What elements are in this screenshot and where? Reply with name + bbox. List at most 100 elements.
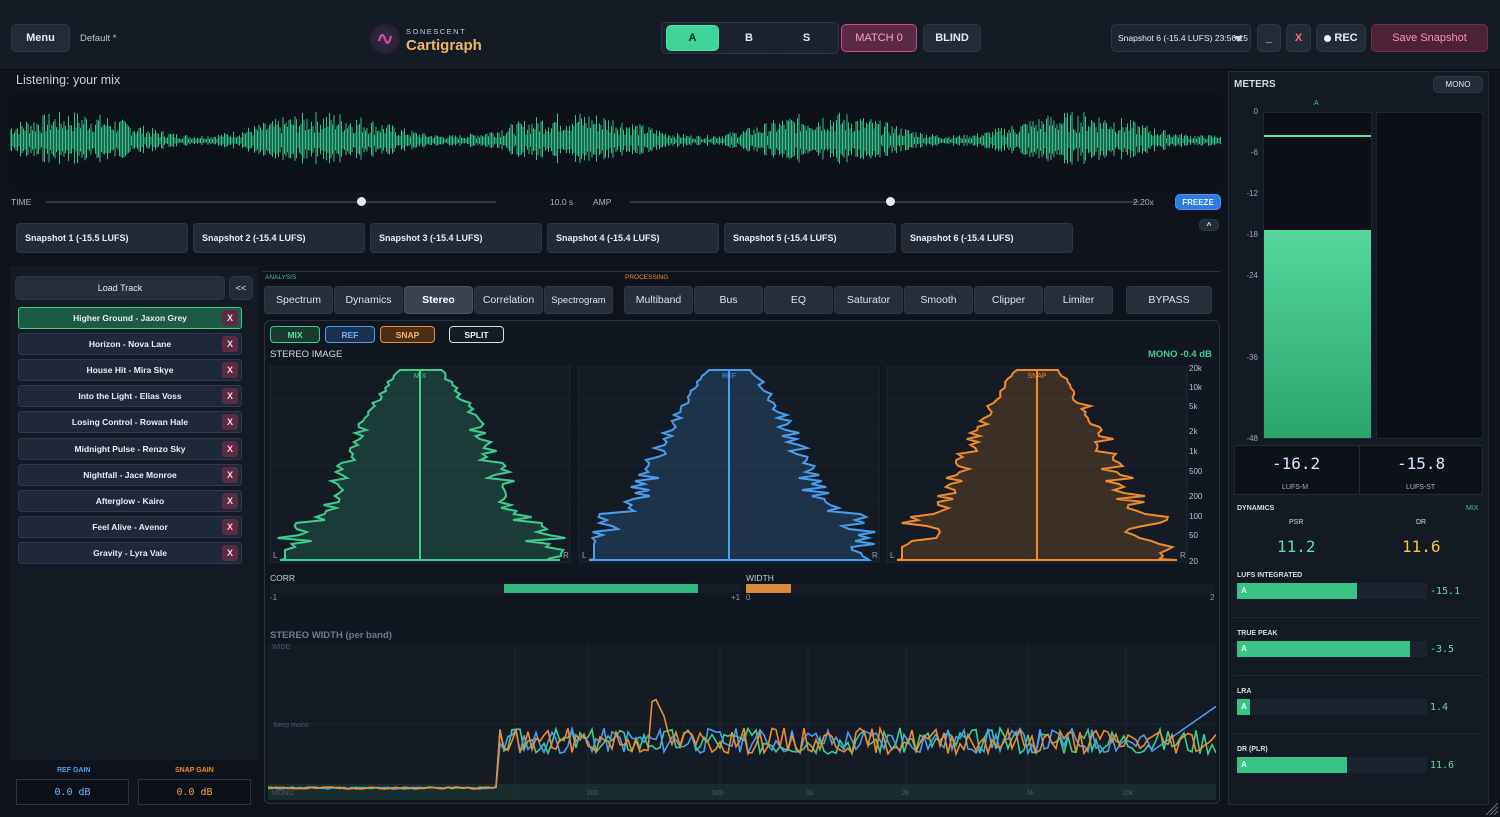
loudness-bar-fill: A — [1237, 583, 1357, 599]
track-item[interactable]: Higher Ground - Jaxon Grey X — [18, 307, 242, 329]
remove-track-button[interactable]: X — [222, 414, 238, 431]
remove-track-button[interactable]: X — [222, 362, 238, 379]
split-toggle[interactable]: SPLIT — [449, 326, 504, 343]
width-meter-fill — [746, 584, 791, 593]
track-item[interactable]: Midnight Pulse - Renzo Sky X — [18, 437, 242, 460]
track-item[interactable]: House Hit - Mira Skye X — [18, 359, 242, 382]
logo-icon — [370, 24, 400, 54]
tab-dynamics[interactable]: Dynamics — [334, 286, 403, 314]
close-button[interactable]: X — [1286, 24, 1311, 52]
db-tick: 0 — [1253, 107, 1258, 116]
loudness-bar-channel: A — [1241, 702, 1247, 711]
track-name: Nightfall - Jace Monroe — [83, 469, 177, 480]
track-item[interactable]: Afterglow - Kairo X — [18, 489, 242, 512]
time-label: TIME — [11, 197, 32, 207]
db-tick: -48 — [1246, 434, 1258, 443]
loudness-bar: A — [1237, 699, 1427, 715]
stereo-panel-mix: MIX L R — [269, 366, 571, 563]
tab-clipper[interactable]: Clipper — [974, 286, 1043, 314]
tab-bus[interactable]: Bus — [694, 286, 763, 314]
corr-label: CORR — [270, 573, 296, 583]
width-meter — [746, 584, 1214, 593]
freeze-button[interactable]: FREEZE — [1175, 194, 1221, 210]
remove-track-button[interactable]: X — [222, 466, 238, 483]
snapshot-select[interactable]: Snapshot 6 (-15.4 LUFS) 23:56:15 — [1111, 24, 1251, 52]
loudness-bar-fill: A — [1237, 699, 1251, 715]
blind-button[interactable]: BLIND — [923, 24, 981, 52]
remove-track-button[interactable]: X — [222, 440, 238, 457]
freq-tick: 200 — [1189, 492, 1203, 501]
load-track-button[interactable]: Load Track — [15, 276, 225, 300]
remove-track-button[interactable]: X — [222, 388, 238, 405]
remove-track-button[interactable]: X — [222, 518, 238, 535]
psr-label: PSR — [1289, 519, 1304, 526]
match-button[interactable]: MATCH 0 — [841, 24, 917, 52]
tab-multiband[interactable]: Multiband — [624, 286, 693, 314]
collapse-snapshots-button[interactable]: ^ — [1199, 219, 1219, 231]
snapshot-5[interactable]: Snapshot 5 (-15.4 LUFS) — [724, 223, 896, 253]
snapshot-6[interactable]: Snapshot 6 (-15.4 LUFS) — [901, 223, 1073, 253]
snapshot-4[interactable]: Snapshot 4 (-15.4 LUFS) — [547, 223, 719, 253]
rec-button[interactable]: REC — [1316, 24, 1366, 52]
save-snapshot-button[interactable]: Save Snapshot — [1371, 24, 1488, 52]
ref-toggle[interactable]: REF — [325, 326, 375, 343]
tab-spectrogram[interactable]: Spectrogram — [544, 286, 613, 314]
ab-s-button[interactable]: S — [779, 25, 834, 51]
meter-a-peak-hold — [1264, 135, 1371, 137]
track-item[interactable]: Horizon - Nova Lane X — [18, 333, 242, 356]
tab-correlation[interactable]: Correlation — [474, 286, 543, 314]
track-item[interactable]: Gravity - Lyra Vale X — [18, 541, 242, 564]
ref-gain-input[interactable]: 0.0 dB — [16, 779, 129, 805]
minimize-button[interactable]: _ — [1257, 24, 1281, 52]
track-item[interactable]: Into the Light - Elias Voss X — [18, 385, 242, 408]
waveform[interactable] — [10, 92, 1222, 190]
mix-toggle[interactable]: MIX — [270, 326, 320, 343]
snap-gain-input[interactable]: 0.0 dB — [138, 779, 251, 805]
resize-grip-icon[interactable] — [1484, 801, 1498, 815]
tab-eq[interactable]: EQ — [764, 286, 833, 314]
processing-label: PROCESSING — [625, 274, 669, 281]
amp-slider-thumb[interactable] — [886, 197, 896, 206]
brand-small: SONESCENT — [406, 27, 467, 36]
track-item[interactable]: Nightfall - Jace Monroe X — [18, 463, 242, 486]
track-name: Into the Light - Elias Voss — [78, 391, 182, 402]
amp-label: AMP — [593, 197, 612, 207]
track-item[interactable]: Feel Alive - Avenor X — [18, 515, 242, 538]
remove-track-button[interactable]: X — [222, 310, 238, 326]
amp-slider[interactable] — [630, 197, 1140, 206]
snapshot-3[interactable]: Snapshot 3 (-15.4 LUFS) — [370, 223, 542, 253]
mono-label: MONO — [272, 790, 294, 797]
band-x-tick: 5k — [1027, 790, 1035, 797]
remove-track-button[interactable]: X — [222, 492, 238, 509]
tab-limiter[interactable]: Limiter — [1044, 286, 1113, 314]
remove-track-button[interactable]: X — [222, 336, 238, 353]
time-slider[interactable] — [46, 197, 496, 206]
meters-mono-button[interactable]: MONO — [1433, 76, 1483, 93]
remove-track-button[interactable]: X — [222, 544, 238, 561]
meter-a-level — [1264, 230, 1371, 438]
ab-a-button[interactable]: A — [666, 25, 719, 51]
loudness-bar-value: 11.6 — [1430, 760, 1455, 771]
menu-button[interactable]: Menu — [11, 24, 70, 52]
width-label: WIDTH — [746, 573, 774, 583]
tab-saturator[interactable]: Saturator — [834, 286, 903, 314]
preset-name[interactable]: Default * — [80, 33, 116, 44]
snap-toggle[interactable]: SNAP — [380, 326, 435, 343]
track-name: Horizon - Nova Lane — [88, 339, 172, 350]
snapshot-1[interactable]: Snapshot 1 (-15.5 LUFS) — [16, 223, 188, 253]
stereo-panel-snap: SNAP L R — [886, 366, 1188, 563]
track-item[interactable]: Losing Control - Rowan Hale X — [18, 411, 242, 434]
analysis-label: ANALYSIS — [265, 274, 297, 281]
tab-stereo[interactable]: Stereo — [404, 286, 473, 314]
record-dot-icon — [1324, 34, 1332, 42]
psr-value: 11.2 — [1277, 537, 1316, 556]
bypass-button[interactable]: BYPASS — [1126, 286, 1212, 314]
ref-gain-label: REF GAIN — [57, 767, 91, 774]
ab-b-button[interactable]: B — [722, 25, 776, 51]
top-bar: Menu Default * SONESCENT Cartigraph A B … — [0, 0, 1500, 70]
tab-smooth[interactable]: Smooth — [904, 286, 973, 314]
tab-spectrum[interactable]: Spectrum — [264, 286, 333, 314]
sidebar-collapse-button[interactable]: << — [229, 276, 253, 300]
snapshot-2[interactable]: Snapshot 2 (-15.4 LUFS) — [193, 223, 365, 253]
time-slider-thumb[interactable] — [357, 197, 366, 206]
